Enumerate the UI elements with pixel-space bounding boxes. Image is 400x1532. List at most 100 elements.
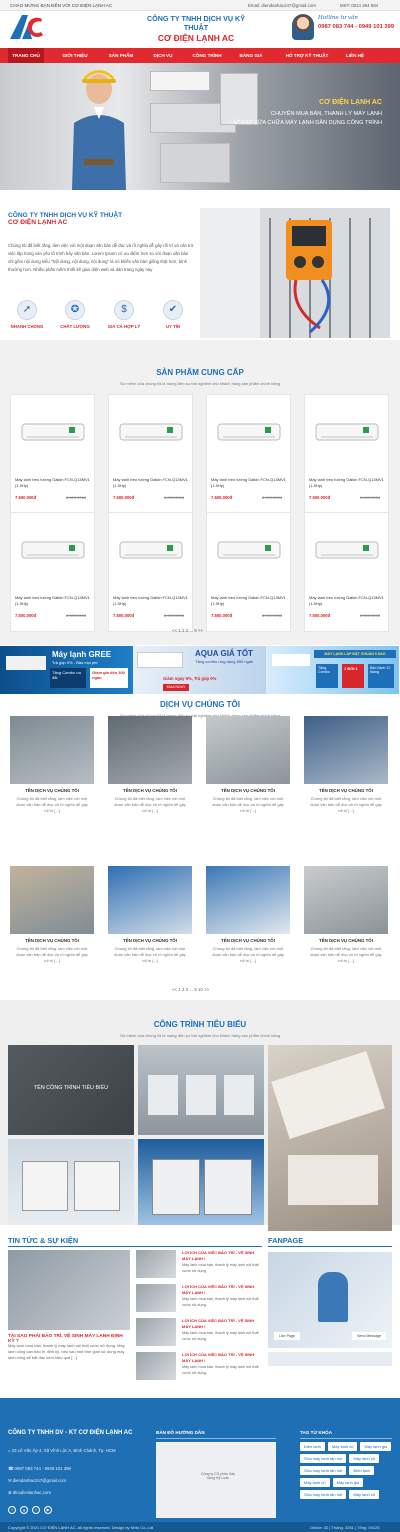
map-embed[interactable]: Công ty Cổ phần Xây dựng Kỹ Luận (156, 1442, 276, 1518)
youtube-icon[interactable]: ▶ (44, 1506, 52, 1514)
nav-contact[interactable]: LIÊN HỆ (340, 48, 370, 63)
news-main-image[interactable] (8, 1250, 130, 1330)
product-card[interactable]: Máy lạnh treo tường Daikin FCN-Q13MV1 (1… (304, 394, 389, 514)
services-pagination[interactable]: << 1 2 3 ... 9 10 >> (172, 987, 209, 992)
products-pagination[interactable]: << 1 2 3 ... 9 >> (172, 628, 203, 633)
fanpage-widget[interactable]: Like Page Send Message (268, 1252, 392, 1348)
technician-image (72, 70, 126, 190)
fb-like-button[interactable]: Like Page (274, 1332, 300, 1340)
keyword-tag[interactable]: Sửa máy lạnh tận nơi (300, 1490, 347, 1499)
service-title[interactable]: TÊN DỊCH VỤ CHÚNG TÔI (304, 788, 388, 793)
promo-banner-aqua[interactable]: AQUA GIÁ TỐT Tặng combo ứng dụng 650 ngà… (133, 646, 266, 694)
project-card[interactable] (138, 1045, 264, 1135)
promo-banner-gree[interactable]: Máy lạnh GREE Trả góp 0% - Bảo mọi phí T… (0, 646, 133, 694)
twitter-icon[interactable]: t (32, 1506, 40, 1514)
service-desc: Chúng tôi đã biết rằng, làm việc với một… (16, 946, 88, 963)
nav-pricing[interactable]: BẢNG GIÁ (234, 48, 268, 63)
keyword-tag[interactable]: Sửa máy lạnh tận nơi (300, 1466, 347, 1475)
buy-now-button[interactable]: MUA NGAY (163, 684, 189, 691)
nav-about[interactable]: GIỚI THIỆU (56, 48, 94, 63)
project-card[interactable] (268, 1045, 392, 1231)
ac-unit-image (217, 541, 281, 559)
phone-text[interactable]: 0987 083 744 - 0949 101 399 (15, 1466, 71, 1471)
promo-banner-install[interactable]: MÁY LẠNH LẮP ĐẶT CHUẨN 5 SAO Tặng Combo … (266, 646, 399, 694)
footer-website[interactable]: ⊕ dtcodienlanhac.com (8, 1490, 51, 1496)
service-title[interactable]: TÊN DỊCH VỤ CHÚNG TÔI (108, 938, 192, 943)
product-card[interactable]: Máy lạnh treo tường Daikin FCN-Q13MV1 (1… (304, 512, 389, 632)
project-card[interactable] (8, 1139, 134, 1225)
logo[interactable] (8, 13, 44, 41)
project-card[interactable] (138, 1139, 264, 1225)
product-card[interactable]: Máy lạnh treo tường Daikin FCN-Q13MV1 (1… (10, 394, 95, 514)
footer-phone[interactable]: ☎ 0987 083 744 - 0949 101 399 (8, 1466, 71, 1472)
service-title[interactable]: TÊN DỊCH VỤ CHÚNG TÔI (10, 938, 94, 943)
email-text[interactable]: Email: diendanhac247@gmail.com (248, 3, 316, 8)
service-card[interactable]: TÊN DỊCH VỤ CHÚNG TÔI Chúng tôi đã biết r… (206, 866, 290, 976)
keyword-tag[interactable]: Sửa máy lạnh tận nơi (300, 1454, 347, 1463)
service-card[interactable]: TÊN DỊCH VỤ CHÚNG TÔI Chúng tôi đã biết r… (304, 866, 388, 976)
nav-products[interactable]: SẢN PHẨM (100, 48, 142, 63)
hotline-number[interactable]: 0987 083 744 - 0949 101 399 (318, 24, 394, 30)
project-image (22, 1161, 68, 1211)
product-name[interactable]: Máy lạnh treo tường Daikin FCN-Q13MV1 (1… (113, 477, 190, 489)
service-title[interactable]: TÊN DỊCH VỤ CHÚNG TÔI (108, 788, 192, 793)
product-name[interactable]: Máy lạnh treo tường Daikin FCN-Q13MV1 (1… (211, 595, 288, 607)
service-card[interactable]: TÊN DỊCH VỤ CHÚNG TÔI Chúng tôi đã biết r… (206, 716, 290, 826)
nav-home[interactable]: TRANG CHỦ (8, 48, 44, 63)
news-thumbnail[interactable] (136, 1318, 176, 1346)
news-thumbnail[interactable] (136, 1250, 176, 1278)
service-card[interactable]: TÊN DỊCH VỤ CHÚNG TÔI Chúng tôi đã biết r… (304, 716, 388, 826)
news-thumbnail[interactable] (136, 1284, 176, 1312)
service-card[interactable]: TÊN DỊCH VỤ CHÚNG TÔI Chúng tôi đã biết r… (108, 716, 192, 826)
nav-projects[interactable]: CÔNG TRÌNH (186, 48, 228, 63)
project-card[interactable]: TÊN CÔNG TRÌNH TIÊU BIỂU (8, 1045, 134, 1135)
nav-support[interactable]: HỖ TRỢ KỸ THUẬT (276, 48, 338, 63)
keyword-tag[interactable]: Điện lạnh (300, 1442, 325, 1451)
product-name[interactable]: Máy lạnh treo tường Daikin FCN-Q13MV1 (1… (309, 595, 386, 607)
service-title[interactable]: TÊN DỊCH VỤ CHÚNG TÔI (206, 788, 290, 793)
product-card[interactable]: Máy lạnh treo tường Daikin FCN-Q13MV1 (1… (108, 394, 193, 514)
product-card[interactable]: Máy lạnh treo tường Daikin FCN-Q13MV1 (1… (206, 394, 291, 514)
news-title[interactable]: LỢI ÍCH CỦA VIỆC BẢO TRÌ - VỆ SINH MÁY L… (182, 1318, 262, 1329)
keyword-tag[interactable]: Máy lạnh cũ (327, 1442, 358, 1451)
copyright-bar: Copyright © 2021 CƠ ĐIỆN LẠNH AC. All ri… (0, 1522, 400, 1532)
service-image (10, 716, 94, 784)
product-old-price: 8.000.000đ (164, 495, 185, 500)
product-card[interactable]: Máy lạnh treo tường Daikin FCN-Q13MV1 (1… (206, 512, 291, 632)
product-name[interactable]: Máy lạnh treo tường Daikin FCN-Q13MV1 (1… (15, 477, 92, 489)
product-name[interactable]: Máy lạnh treo tường Daikin FCN-Q13MV1 (1… (15, 595, 92, 607)
nav-services[interactable]: DỊCH VỤ (146, 48, 180, 63)
product-card[interactable]: Máy lạnh treo tường Daikin FCN-Q13MV1 (1… (108, 512, 193, 632)
service-card[interactable]: TÊN DỊCH VỤ CHÚNG TÔI Chúng tôi đã biết r… (10, 716, 94, 826)
keyword-tag[interactable]: Máy lạnh gia (360, 1442, 392, 1451)
service-title[interactable]: TÊN DỊCH VỤ CHÚNG TÔI (206, 938, 290, 943)
product-name[interactable]: Máy lạnh treo tường Daikin FCN-Q13MV1 (1… (113, 595, 190, 607)
website-text[interactable]: dtcodienlanhac.com (13, 1490, 51, 1495)
news-title[interactable]: LỢI ÍCH CỦA VIỆC BẢO TRÌ - VỆ SINH MÁY L… (182, 1352, 262, 1363)
service-title[interactable]: TÊN DỊCH VỤ CHÚNG TÔI (304, 938, 388, 943)
fb-send-button[interactable]: Send Message (352, 1332, 386, 1340)
service-title[interactable]: TÊN DỊCH VỤ CHÚNG TÔI (10, 788, 94, 793)
google-plus-icon[interactable]: g (20, 1506, 28, 1514)
footer-email[interactable]: ✉ diendanhac247@gmail.com (8, 1478, 66, 1484)
service-card[interactable]: TÊN DỊCH VỤ CHÚNG TÔI Chúng tôi đã biết r… (108, 866, 192, 976)
keyword-tag[interactable]: Máy lạnh gia (332, 1478, 364, 1487)
keyword-tag[interactable]: Máy lạnh cũ (300, 1478, 330, 1487)
news-title[interactable]: LỢI ÍCH CỦA VIỆC BẢO TRÌ - VỆ SINH MÁY L… (182, 1284, 262, 1295)
keyword-tag[interactable]: Máy lạnh cũ (349, 1454, 380, 1463)
product-name[interactable]: Máy lạnh treo tường Daikin FCN-Q13MV1 (1… (309, 477, 386, 489)
product-name[interactable]: Máy lạnh treo tường Daikin FCN-Q13MV1 (1… (211, 477, 288, 489)
banner-title: Máy lạnh GREE (52, 650, 112, 659)
news-title[interactable]: LỢI ÍCH CỦA VIỆC BẢO TRÌ - VỆ SINH MÁY L… (182, 1250, 262, 1261)
product-card[interactable]: Máy lạnh treo tường Daikin FCN-Q13MV1 (1… (10, 512, 95, 632)
news-thumbnail[interactable] (136, 1352, 176, 1380)
project-image (271, 1051, 385, 1139)
facebook-icon[interactable]: f (8, 1506, 16, 1514)
news-heading: TIN TỨC & SỰ KIỆN (8, 1236, 79, 1245)
hotline-box[interactable]: Hotline tư vấn 0987 083 744 - 0949 101 3… (292, 13, 394, 41)
keyword-tag[interactable]: Điện lạnh (349, 1466, 375, 1475)
keyword-tag[interactable]: Máy lạnh cũ (349, 1490, 380, 1499)
service-card[interactable]: TÊN DỊCH VỤ CHÚNG TÔI Chúng tôi đã biết r… (10, 866, 94, 976)
fanpage-friends-strip (268, 1352, 392, 1366)
email-text[interactable]: diendanhac247@gmail.com (13, 1478, 66, 1483)
